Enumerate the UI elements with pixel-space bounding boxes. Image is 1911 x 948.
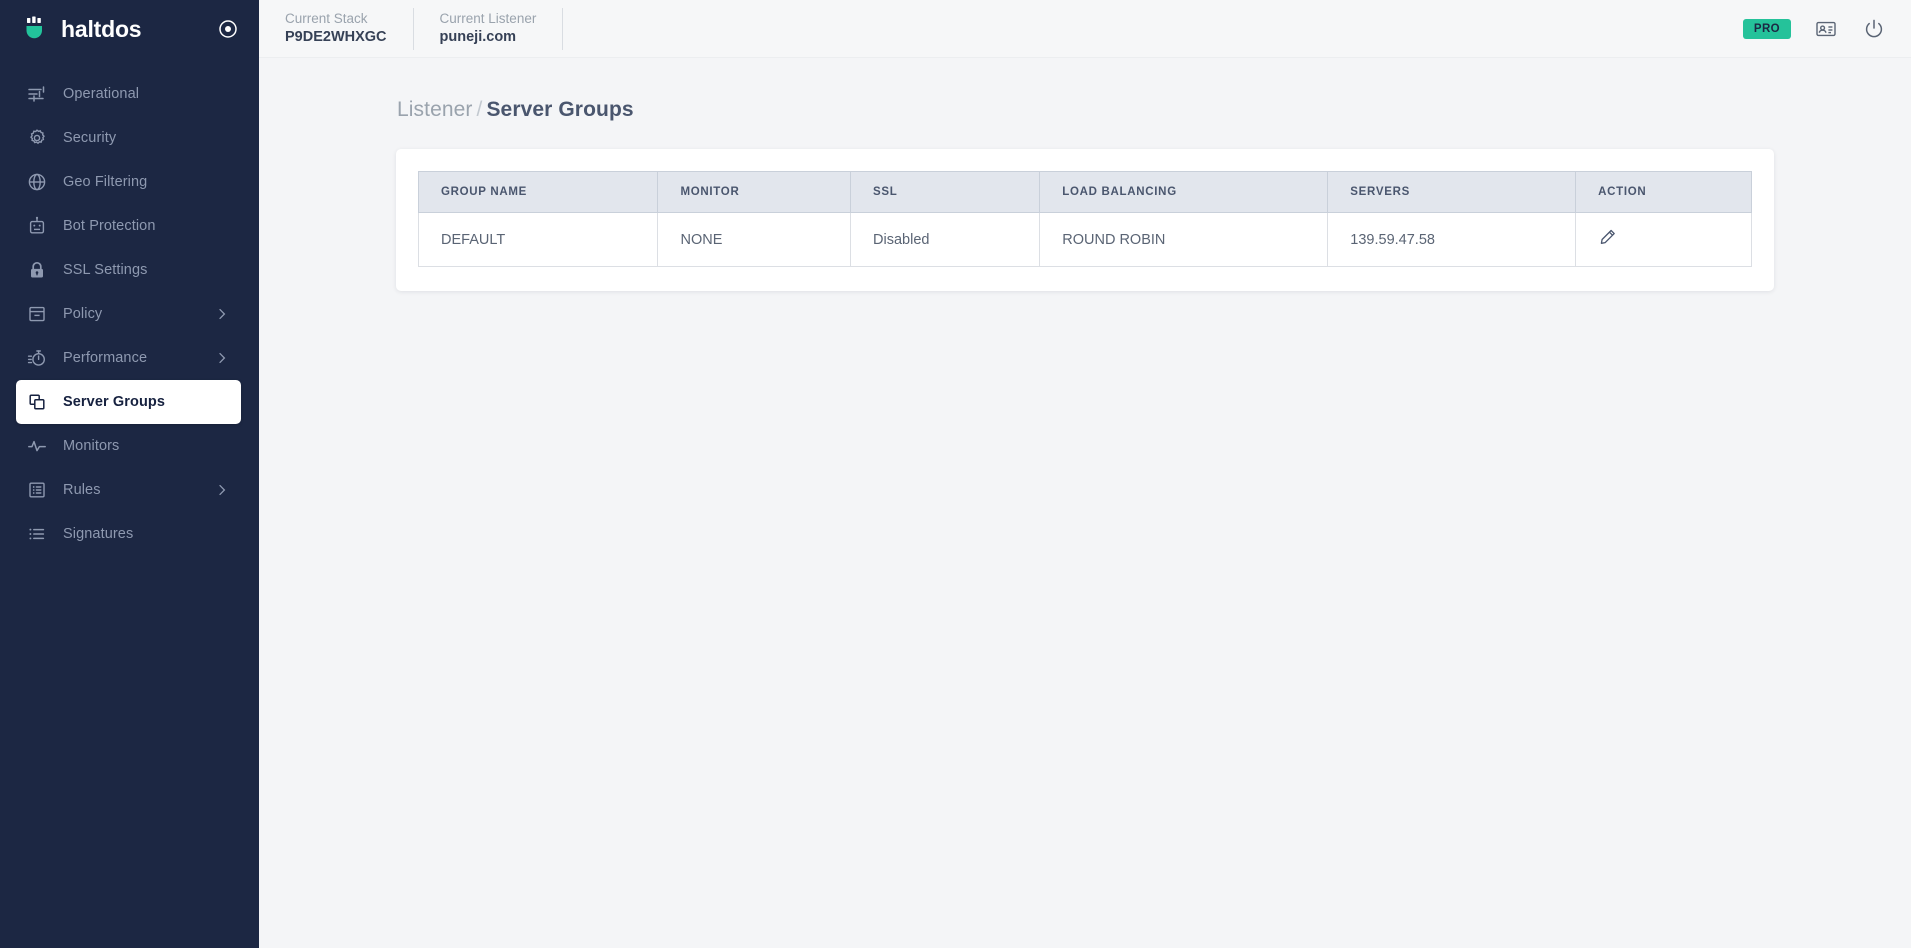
sidebar-header: haltdos [0, 0, 259, 58]
activity-pulse-icon [26, 435, 48, 457]
current-stack-label: Current Stack [285, 11, 368, 26]
sidebar-item-label: Operational [63, 86, 140, 102]
cell-ssl: Disabled [850, 212, 1041, 267]
topbar-actions: PRO [1742, 16, 1887, 42]
sidebar-item-label: Monitors [63, 438, 120, 454]
table-header-row: GROUP NAME MONITOR SSL LOAD BALANCING SE… [417, 171, 1752, 213]
sidebar-item-geo-filtering[interactable]: Geo Filtering [16, 160, 241, 204]
cell-load-balancing: ROUND ROBIN [1039, 212, 1329, 267]
sidebar-item-label: Bot Protection [63, 218, 156, 234]
sidebar-item-label: Performance [63, 350, 148, 366]
power-icon[interactable] [1861, 16, 1887, 42]
gear-icon [26, 127, 48, 149]
app-root: haltdos Operational Security Geo Filteri… [0, 0, 1911, 948]
chevron-right-icon [215, 351, 229, 365]
sidebar-item-bot-protection[interactable]: Bot Protection [16, 204, 241, 248]
cell-action [1575, 212, 1752, 267]
haltdos-logo-icon [22, 15, 50, 43]
list-icon [26, 523, 48, 545]
pro-badge[interactable]: PRO [1742, 18, 1791, 39]
cell-servers: 139.59.47.58 [1327, 212, 1577, 267]
sidebar-item-signatures[interactable]: Signatures [16, 512, 241, 556]
cell-monitor: NONE [657, 212, 852, 267]
sidebar-item-label: Server Groups [63, 394, 166, 410]
brand-name: haltdos [61, 15, 142, 42]
stopwatch-icon [26, 347, 48, 369]
current-stack-block[interactable]: Current Stack P9DE2WHXGC [285, 8, 413, 50]
edit-pencil-icon[interactable] [1598, 228, 1617, 247]
content-area: Listener / Server Groups GROUP NAME MONITO… [259, 58, 1911, 948]
current-listener-label: Current Listener [439, 11, 537, 26]
topbar-divider [562, 7, 564, 50]
column-header-action: ACTION [1575, 171, 1752, 213]
current-listener-value: puneji.com [439, 29, 517, 45]
sidebar-item-label: Security [63, 130, 117, 146]
sidebar-item-operational[interactable]: Operational [16, 72, 241, 116]
id-card-icon[interactable] [1813, 16, 1839, 42]
current-listener-block[interactable]: Current Listener puneji.com [414, 8, 563, 50]
column-header-monitor: MONITOR [657, 171, 852, 213]
sidebar-item-security[interactable]: Security [16, 116, 241, 160]
server-groups-card: GROUP NAME MONITOR SSL LOAD BALANCING SE… [396, 149, 1774, 291]
sidebar-item-rules[interactable]: Rules [16, 468, 241, 512]
column-header-servers: SERVERS [1327, 171, 1577, 213]
target-circle-icon[interactable] [215, 16, 241, 42]
column-header-group-name: GROUP NAME [417, 171, 659, 213]
sliders-icon [26, 83, 48, 105]
sidebar-item-label: SSL Settings [63, 262, 148, 278]
globe-icon [26, 171, 48, 193]
sidebar-item-label: Geo Filtering [63, 174, 148, 190]
sidebar-item-label: Signatures [63, 526, 134, 542]
sidebar-item-policy[interactable]: Policy [16, 292, 241, 336]
sidebar-item-monitors[interactable]: Monitors [16, 424, 241, 468]
cell-group-name: DEFAULT [417, 212, 659, 267]
table-head: GROUP NAME MONITOR SSL LOAD BALANCING SE… [417, 171, 1752, 213]
chevron-right-icon [215, 483, 229, 497]
current-stack-value: P9DE2WHXGC [285, 29, 387, 45]
archive-box-icon [26, 303, 48, 325]
column-header-load-balancing: LOAD BALANCING [1039, 171, 1329, 213]
breadcrumb-parent[interactable]: Listener [397, 98, 473, 121]
copy-layers-icon [26, 391, 48, 413]
breadcrumb-current: Server Groups [486, 98, 634, 121]
breadcrumb: Listener / Server Groups [396, 98, 1774, 122]
main-area: Current Stack P9DE2WHXGC Current Listene… [259, 0, 1911, 948]
rules-list-icon [26, 479, 48, 501]
sidebar-item-label: Policy [63, 306, 103, 322]
table-row: DEFAULT NONE Disabled ROUND ROBIN 139.59… [417, 212, 1752, 267]
brand-logo[interactable]: haltdos [22, 15, 215, 43]
table-body: DEFAULT NONE Disabled ROUND ROBIN 139.59… [417, 212, 1752, 267]
sidebar: haltdos Operational Security Geo Filteri… [0, 0, 259, 948]
column-header-ssl: SSL [850, 171, 1041, 213]
sidebar-item-performance[interactable]: Performance [16, 336, 241, 380]
server-groups-table: GROUP NAME MONITOR SSL LOAD BALANCING SE… [417, 171, 1752, 267]
topbar: Current Stack P9DE2WHXGC Current Listene… [259, 0, 1911, 58]
content-inner: Listener / Server Groups GROUP NAME MONITO… [396, 98, 1774, 291]
group-name-link[interactable]: DEFAULT [441, 232, 505, 248]
chevron-right-icon [215, 307, 229, 321]
lock-icon [26, 259, 48, 281]
robot-icon [26, 215, 48, 237]
sidebar-item-server-groups[interactable]: Server Groups [16, 380, 241, 424]
breadcrumb-separator: / [476, 98, 483, 121]
sidebar-nav: Operational Security Geo Filtering Bot P… [0, 72, 259, 556]
sidebar-item-label: Rules [63, 482, 101, 498]
sidebar-item-ssl-settings[interactable]: SSL Settings [16, 248, 241, 292]
